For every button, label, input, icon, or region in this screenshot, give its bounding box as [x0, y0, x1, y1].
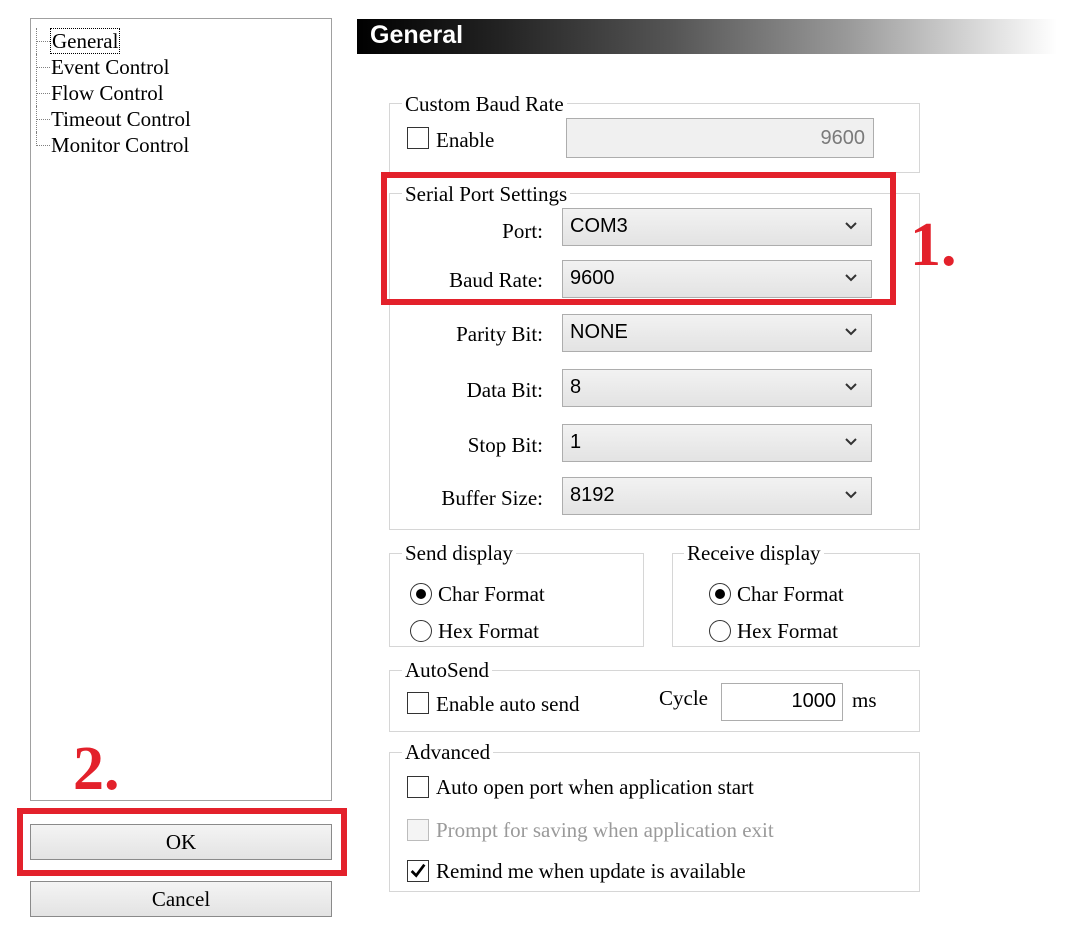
remind-update-checkbox[interactable] [407, 860, 429, 882]
annotation-step-1: 1. [910, 211, 957, 279]
tree-item-label: Event Control [51, 55, 170, 79]
custom-baud-enable-checkbox[interactable] [407, 127, 429, 149]
tree-item-label: General [49, 28, 121, 54]
tree-connector [36, 80, 51, 106]
chevron-down-icon [845, 383, 857, 391]
tree-item-general[interactable]: General [36, 28, 121, 54]
receive-display-group-label: Receive display [684, 541, 824, 565]
auto-send-checkbox[interactable] [407, 692, 429, 714]
send-hex-format-label: Hex Format [438, 619, 539, 643]
annotation-box-ok-button [17, 808, 347, 876]
tree-item-timeout-control[interactable]: Timeout Control [36, 106, 191, 132]
buffer-size-value: 8192 [570, 484, 615, 506]
auto-open-port-checkbox[interactable] [407, 776, 429, 798]
prompt-save-checkbox[interactable] [407, 819, 429, 841]
tree-item-flow-control[interactable]: Flow Control [36, 80, 164, 106]
custom-baud-enable-label: Enable [436, 128, 495, 152]
section-header: General [357, 19, 1057, 54]
remind-update-label: Remind me when update is available [436, 859, 746, 883]
custom-baud-group-label: Custom Baud Rate [402, 92, 567, 116]
tree-item-monitor-control[interactable]: Monitor Control [36, 132, 190, 158]
prompt-save-label: Prompt for saving when application exit [436, 818, 774, 842]
tree-connector [36, 132, 51, 146]
custom-baud-input[interactable]: 9600 [566, 118, 874, 158]
tree-item-label: Monitor Control [51, 133, 190, 157]
buffer-size-select[interactable]: 8192 [562, 477, 872, 515]
data-bit-label: Data Bit: [466, 378, 543, 402]
buffer-size-label: Buffer Size: [441, 486, 543, 510]
send-display-group-label: Send display [402, 541, 516, 565]
send-char-format-radio[interactable] [410, 583, 432, 605]
parity-bit-label: Parity Bit: [456, 322, 543, 346]
chevron-down-icon [845, 438, 857, 446]
parity-bit-select[interactable]: NONE [562, 314, 872, 352]
stop-bit-label: Stop Bit: [467, 433, 543, 457]
auto-send-label: Enable auto send [436, 692, 580, 716]
auto-open-port-label: Auto open port when application start [436, 775, 754, 799]
cancel-button[interactable]: Cancel [30, 881, 332, 917]
data-bit-value: 8 [570, 376, 582, 398]
annotation-box-serial-settings [381, 172, 896, 305]
parity-bit-value: NONE [570, 321, 628, 343]
data-bit-select[interactable]: 8 [562, 369, 872, 407]
receive-char-format-radio[interactable] [709, 583, 731, 605]
checkmark-icon [410, 863, 426, 878]
tree-item-label: Timeout Control [51, 107, 191, 131]
tree-connector [36, 28, 51, 54]
annotation-step-2: 2. [73, 735, 120, 803]
settings-tree: General Event Control Flow Control Timeo… [30, 18, 332, 801]
tree-item-label: Flow Control [51, 81, 164, 105]
cycle-unit-label: ms [852, 688, 877, 712]
send-hex-format-radio[interactable] [410, 620, 432, 642]
receive-char-format-label: Char Format [737, 582, 844, 606]
tree-connector [36, 106, 51, 132]
tree-item-event-control[interactable]: Event Control [36, 54, 170, 80]
chevron-down-icon [845, 491, 857, 499]
page-title: General [370, 21, 464, 49]
autosend-group-label: AutoSend [402, 658, 492, 682]
receive-hex-format-radio[interactable] [709, 620, 731, 642]
send-char-format-label: Char Format [438, 582, 545, 606]
cycle-input[interactable]: 1000 [721, 683, 843, 721]
advanced-group-label: Advanced [402, 740, 494, 764]
cycle-label: Cycle [659, 686, 708, 710]
stop-bit-select[interactable]: 1 [562, 424, 872, 462]
receive-hex-format-label: Hex Format [737, 619, 838, 643]
tree-connector [36, 54, 51, 80]
chevron-down-icon [845, 328, 857, 336]
stop-bit-value: 1 [570, 431, 582, 453]
